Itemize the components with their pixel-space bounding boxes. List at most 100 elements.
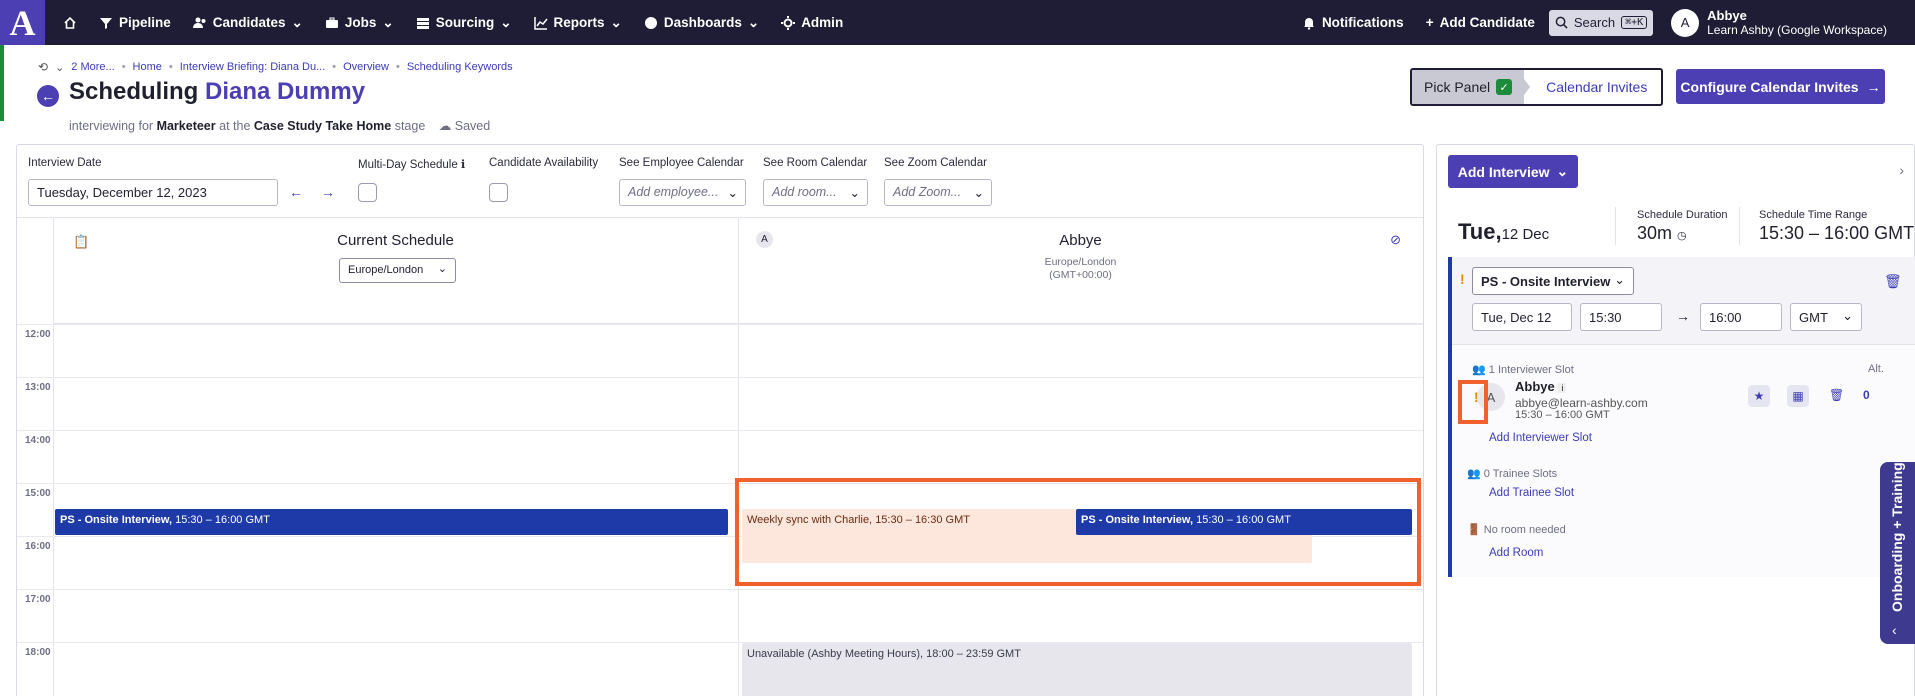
- multi-day-label: Multi-Day Schedule ℹ: [358, 159, 466, 171]
- history-icon[interactable]: ⟲: [38, 60, 48, 74]
- back-button[interactable]: ←: [37, 85, 59, 107]
- chevron-down-icon: ⌄: [500, 14, 512, 30]
- interviewer-name: Abbye i: [1515, 379, 1567, 394]
- user-menu[interactable]: Abbye Learn Ashby (Google Workspace): [1707, 8, 1887, 37]
- filter-icon: [100, 17, 112, 29]
- chevron-down-icon[interactable]: ⌄: [55, 61, 64, 74]
- warning-icon: !: [1460, 271, 1465, 287]
- breadcrumb-home[interactable]: Home: [133, 61, 162, 73]
- step-calendar-invites[interactable]: Calendar Invites: [1524, 79, 1661, 95]
- briefcase-icon: [325, 17, 338, 28]
- page-title: Scheduling Diana Dummy: [69, 78, 366, 105]
- person-name: Abbye: [1059, 232, 1102, 249]
- nav-candidates[interactable]: Candidates ⌄: [192, 14, 303, 31]
- trash-icon[interactable]: 🗑: [1884, 273, 1902, 290]
- home-icon[interactable]: [63, 16, 77, 30]
- onboarding-training-tab[interactable]: Onboarding + Training ‹: [1880, 462, 1915, 644]
- chevron-down-icon: ⌄: [291, 14, 303, 30]
- add-interviewer-slot-link[interactable]: Add Interviewer Slot: [1489, 432, 1592, 444]
- ashby-logo[interactable]: A: [0, 0, 45, 45]
- breadcrumb: ⟲ ⌄ 2 More... • Home • Interview Briefin…: [38, 60, 513, 74]
- current-schedule-header: 📋 Current Schedule Europe/London ⌄: [53, 218, 738, 324]
- chart-line-icon: [533, 16, 548, 30]
- page-subtitle: interviewing for Marketeer at the Case S…: [69, 119, 491, 133]
- room-select[interactable]: Add room... ⌄: [763, 179, 868, 206]
- chevron-down-icon: ⌄: [437, 263, 447, 275]
- interview-date-field[interactable]: Tue, Dec 12: [1472, 303, 1572, 331]
- scheduling-steps: Pick Panel ✓ Calendar Invites: [1410, 68, 1664, 106]
- add-candidate-button[interactable]: + Add Candidate: [1426, 15, 1535, 30]
- add-room-link[interactable]: Add Room: [1489, 547, 1543, 559]
- info-icon[interactable]: i: [1558, 383, 1567, 393]
- chevron-down-icon: ⌄: [727, 186, 738, 200]
- employee-select[interactable]: Add employee... ⌄: [619, 179, 746, 206]
- plus-icon: +: [1425, 15, 1434, 30]
- user-avatar[interactable]: A: [1671, 8, 1700, 37]
- room-label: 🚪 No room needed: [1467, 524, 1566, 536]
- schedule-time-range: 15:30 – 16:00 GMT: [1759, 223, 1915, 243]
- interviewer-email: abbye@learn-ashby.com: [1515, 396, 1648, 410]
- nav-reports[interactable]: Reports ⌄: [533, 15, 622, 31]
- timezone-select[interactable]: Europe/London ⌄: [339, 258, 456, 283]
- people-icon: [192, 17, 206, 28]
- zoom-select[interactable]: Add Zoom... ⌄: [884, 179, 992, 206]
- interviewer-time: 15:30 – 16:00 GMT: [1515, 409, 1610, 421]
- chevron-down-icon: ⌄: [1614, 272, 1625, 287]
- configure-calendar-invites-button[interactable]: Configure Calendar Invites →: [1676, 69, 1885, 104]
- calendar-grid: 📋 Current Schedule Europe/London ⌄ A Abby…: [17, 217, 1423, 696]
- add-trainee-slot-link[interactable]: Add Trainee Slot: [1489, 487, 1574, 499]
- people-icon: 👥: [1472, 364, 1486, 376]
- breadcrumb-keywords[interactable]: Scheduling Keywords: [407, 61, 513, 73]
- chevron-down-icon: ⌄: [849, 186, 860, 200]
- interview-type-select[interactable]: PS - Onsite Interview ⌄: [1472, 267, 1634, 295]
- info-icon[interactable]: ℹ: [461, 159, 465, 171]
- nav-pipeline[interactable]: Pipeline: [99, 15, 171, 30]
- interviewer-slots-label: 👥 1 Interviewer Slot: [1472, 364, 1574, 376]
- timezone-select[interactable]: GMT ⌄: [1790, 303, 1862, 331]
- breadcrumb-briefing[interactable]: Interview Briefing: Diana Du...: [180, 61, 326, 73]
- conflict-highlight: [735, 478, 1421, 586]
- saved-status: ☁ Saved: [438, 119, 491, 133]
- multi-day-checkbox[interactable]: [358, 183, 377, 202]
- breadcrumb-overview[interactable]: Overview: [343, 61, 389, 73]
- end-time-field[interactable]: 16:00: [1700, 303, 1782, 331]
- interview-date-input[interactable]: Tuesday, December 12, 2023: [28, 179, 278, 206]
- clock-icon: ◷: [1677, 230, 1687, 242]
- candidate-name-link[interactable]: Diana Dummy: [205, 78, 365, 105]
- remove-interviewer-trash-icon[interactable]: 🗑: [1829, 388, 1844, 402]
- nav-jobs[interactable]: Jobs ⌄: [325, 15, 394, 31]
- gauge-icon: [644, 16, 657, 29]
- door-icon: 🚪: [1467, 524, 1481, 536]
- prev-day-arrow-icon[interactable]: ←: [289, 184, 303, 200]
- calendar-panel: Interview Date Tuesday, December 12, 202…: [16, 144, 1424, 696]
- add-interview-button[interactable]: Add Interview ⌄: [1448, 155, 1578, 188]
- schedule-sidebar: Add Interview ⌄ › Tue,12 Dec Schedule Dur…: [1436, 144, 1915, 696]
- current-schedule-title: Current Schedule: [337, 232, 454, 249]
- nav-dashboards[interactable]: Dashboards ⌄: [644, 15, 759, 31]
- chevron-left-icon: ‹: [1892, 622, 1897, 638]
- current-interview-event[interactable]: PS - Onsite Interview, 15:30 – 16:00 GMT: [55, 509, 728, 535]
- next-day-arrow-icon[interactable]: →: [321, 184, 335, 200]
- notifications-button[interactable]: Notifications: [1302, 15, 1404, 30]
- chevron-down-icon: ⌄: [973, 186, 984, 200]
- bell-icon: [1303, 17, 1314, 30]
- star-icon[interactable]: ★: [1748, 385, 1770, 407]
- nav-admin[interactable]: Admin: [781, 15, 843, 30]
- breadcrumb-more[interactable]: 2 More...: [71, 61, 114, 73]
- schedule-duration: 30m ◷: [1637, 223, 1687, 243]
- zoom-calendar-label: See Zoom Calendar: [884, 157, 987, 169]
- chevron-right-icon[interactable]: ›: [1899, 162, 1904, 178]
- candidate-availability-checkbox[interactable]: [489, 183, 508, 202]
- eye-off-icon[interactable]: ⊘: [1390, 232, 1401, 248]
- arrow-right-icon: →: [1676, 308, 1690, 324]
- nav-sourcing[interactable]: Sourcing ⌄: [416, 15, 512, 31]
- search-button[interactable]: Search ⌘+K: [1548, 9, 1654, 36]
- trainee-slots-label: 👥 0 Trainee Slots: [1467, 468, 1558, 480]
- candidate-availability-label: Candidate Availability: [489, 157, 599, 169]
- calendar-icon[interactable]: ▦: [1787, 385, 1809, 407]
- start-time-field[interactable]: 15:30: [1580, 303, 1662, 331]
- arrow-left-icon: ←: [41, 88, 55, 104]
- warning-highlight: [1458, 380, 1488, 424]
- step-pick-panel[interactable]: Pick Panel ✓: [1412, 70, 1525, 104]
- alt-count[interactable]: 0: [1863, 388, 1870, 402]
